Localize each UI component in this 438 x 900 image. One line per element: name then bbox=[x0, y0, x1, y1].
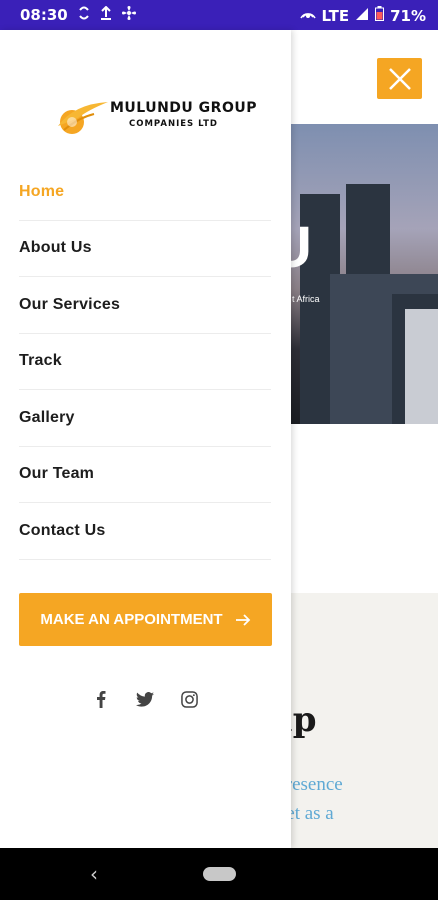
sync-icon bbox=[78, 6, 90, 24]
back-icon[interactable]: ‹ bbox=[90, 862, 98, 886]
menu-item-about-us[interactable]: About Us bbox=[19, 221, 271, 277]
hotspot-icon bbox=[299, 7, 316, 25]
status-bar: 08:30 LTE 71% bbox=[0, 0, 438, 30]
status-time: 08:30 bbox=[20, 6, 68, 24]
close-menu-button[interactable] bbox=[377, 58, 422, 99]
hero-subtext-fragment: t Africa bbox=[292, 294, 320, 304]
battery-icon bbox=[375, 6, 385, 25]
home-pill-icon[interactable] bbox=[203, 867, 236, 881]
make-appointment-button[interactable]: MAKE AN APPOINTMENT bbox=[19, 593, 272, 646]
fan-icon bbox=[121, 6, 136, 24]
menu-item-our-services[interactable]: Our Services bbox=[19, 277, 271, 334]
brand-logo[interactable]: MULUNDU GROUP COMPANIES LTD bbox=[54, 96, 257, 140]
twitter-icon[interactable] bbox=[134, 688, 156, 710]
network-type: LTE bbox=[321, 6, 350, 25]
menu-item-home[interactable]: Home bbox=[19, 164, 271, 221]
arrow-right-icon bbox=[235, 613, 250, 626]
facebook-icon[interactable] bbox=[90, 688, 112, 710]
appointment-label: MAKE AN APPOINTMENT bbox=[40, 611, 223, 628]
menu-item-contact-us[interactable]: Contact Us bbox=[19, 503, 271, 560]
brand-name: MULUNDU GROUP bbox=[110, 100, 257, 116]
navigation-drawer: MULUNDU GROUP COMPANIES LTD Home About U… bbox=[0, 30, 291, 848]
upload-icon bbox=[100, 5, 112, 24]
close-icon bbox=[388, 67, 411, 90]
signal-icon bbox=[355, 7, 369, 25]
social-links bbox=[90, 688, 200, 710]
menu-item-gallery[interactable]: Gallery bbox=[19, 390, 271, 447]
menu-item-track[interactable]: Track bbox=[19, 334, 271, 390]
system-navigation-bar: ‹ bbox=[0, 848, 438, 900]
instagram-icon[interactable] bbox=[178, 688, 200, 710]
logo-emblem-icon bbox=[58, 102, 108, 134]
drawer-menu: Home About Us Our Services Track Gallery… bbox=[19, 164, 271, 560]
menu-item-our-team[interactable]: Our Team bbox=[19, 447, 271, 503]
battery-level: 71% bbox=[390, 6, 426, 25]
brand-subtitle: COMPANIES LTD bbox=[129, 119, 218, 129]
